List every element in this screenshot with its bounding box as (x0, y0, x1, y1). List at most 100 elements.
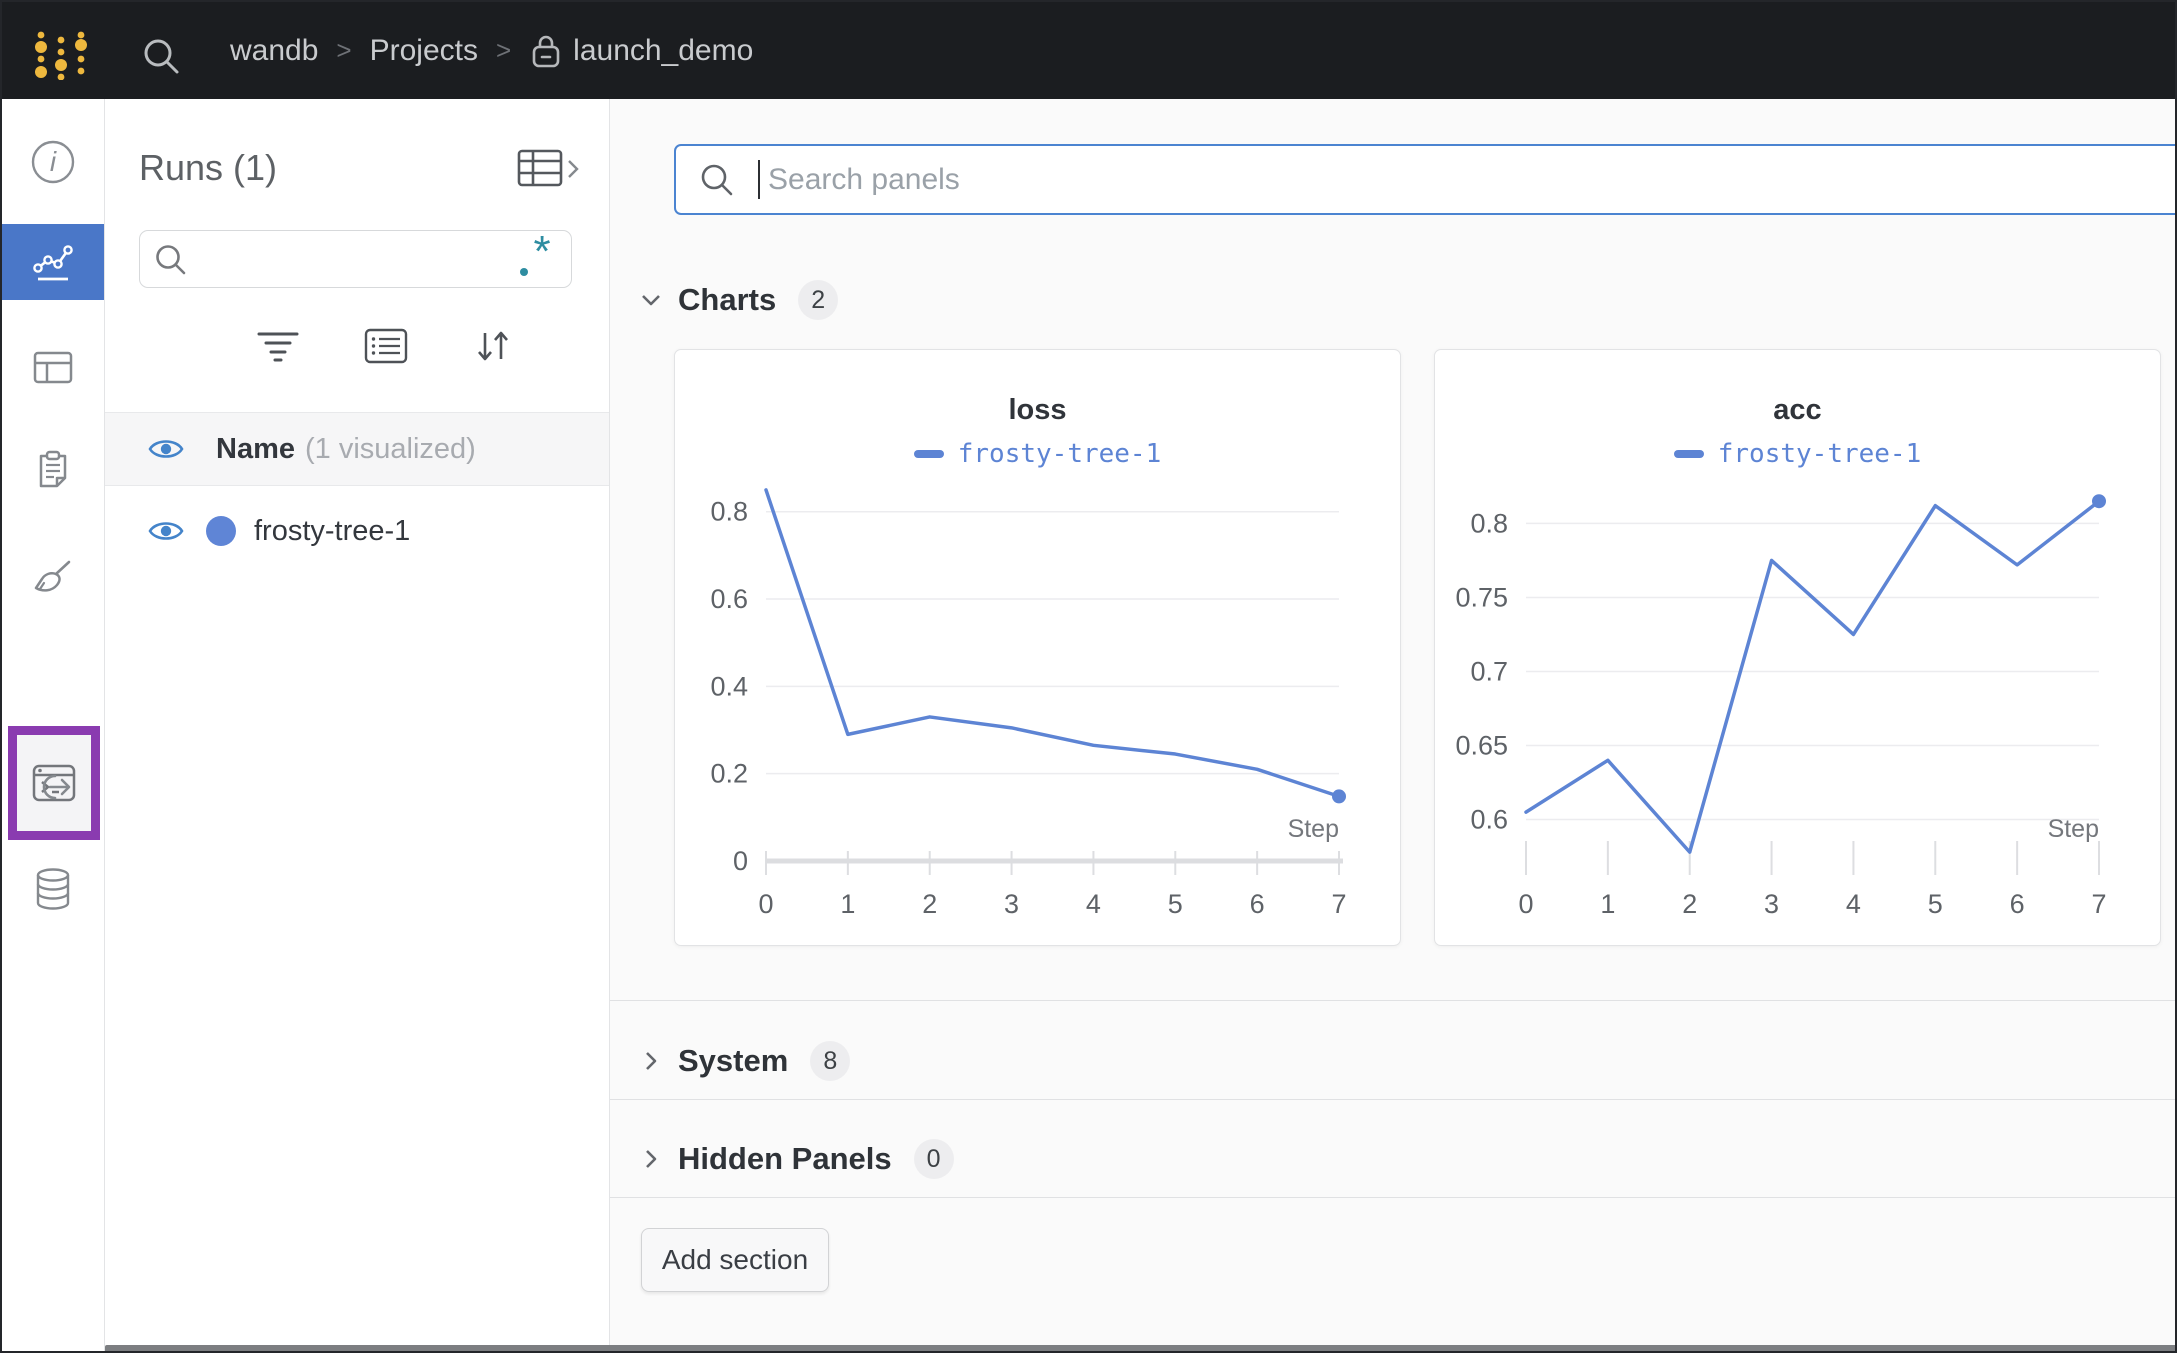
x-tick-label: 0 (758, 889, 773, 919)
breadcrumb-projects[interactable]: Projects (370, 34, 478, 68)
chevron-right-icon[interactable] (638, 1146, 664, 1172)
runs-search: * (139, 230, 572, 288)
chart-legend[interactable]: frosty-tree-1 (675, 439, 1400, 469)
breadcrumb: wandb > Projects > launch_demo (230, 2, 753, 99)
filter-icon (257, 332, 299, 362)
section-header-hidden-panels[interactable]: Hidden Panels 0 (610, 1122, 2175, 1196)
x-tick-label: 3 (1764, 889, 1779, 919)
x-tick-label: 0 (1518, 889, 1533, 919)
x-tick-label: 6 (2009, 889, 2024, 919)
x-tick-label: 4 (1845, 889, 1860, 919)
wandb-project-workspace: wandb > Projects > launch_demo i Runs (1… (0, 0, 2177, 1353)
regex-toggle-icon[interactable]: * (514, 236, 562, 282)
last-point-marker (2091, 494, 2106, 509)
section-header-system[interactable]: System 8 (610, 1024, 2175, 1098)
info-icon: i (31, 140, 75, 184)
panel-search-input[interactable] (674, 144, 2175, 215)
breadcrumb-separator: > (336, 35, 352, 65)
y-tick-label: 0.7 (1470, 656, 1508, 686)
run-color-dot[interactable] (206, 516, 236, 546)
last-point-marker (1331, 789, 1346, 804)
database-icon (36, 868, 70, 910)
runs-table-expand-icon[interactable] (517, 147, 581, 191)
acc-line-chart: 0.6 0.65 0.7 0.75 0.8 0 1 2 3 4 5 6 7 Step (1455, 494, 2106, 919)
x-tick-label: 2 (922, 889, 937, 919)
workspace-main: Charts 2 loss frosty-tree-1 00.20.40.60.… (610, 99, 2175, 1351)
sidebar-item-artifacts[interactable] (2, 851, 104, 927)
x-tick-label: 6 (1249, 889, 1264, 919)
visualized-count-label: (1 visualized) (305, 432, 476, 465)
horizontal-scrollbar[interactable] (105, 1345, 2175, 1351)
chevron-right-icon[interactable] (638, 1048, 664, 1074)
add-section-button[interactable]: Add section (641, 1228, 829, 1292)
y-tick-label: 0 (732, 846, 747, 876)
sidebar-item-overview[interactable]: i (2, 124, 104, 200)
x-tick-label: 5 (1167, 889, 1182, 919)
runs-panel: Runs (1) * Name (1 visualized) frosty-tr… (105, 99, 610, 1351)
search-icon (156, 245, 186, 275)
sidebar-item-table[interactable] (2, 329, 104, 405)
search-icon (701, 164, 733, 196)
filter-button[interactable] (253, 321, 303, 371)
chart-legend[interactable]: frosty-tree-1 (1435, 439, 2160, 469)
series-line (1523, 499, 2101, 854)
section-header-charts[interactable]: Charts 2 (610, 275, 2175, 325)
broom-icon (34, 560, 71, 592)
legend-line-marker (1673, 450, 1704, 458)
chart-panel-acc[interactable]: acc frosty-tree-1 0.6 0.65 0.7 0.75 0.8 0 1 2 3 4… (1434, 349, 2161, 946)
x-axis-label: Step (1287, 815, 1338, 843)
column-name-label: Name (216, 432, 295, 465)
breadcrumb-project-name[interactable]: launch_demo (573, 34, 753, 68)
section-count-badge: 2 (798, 280, 839, 320)
columns-button[interactable] (361, 321, 411, 371)
legend-run-name: frosty-tree-1 (1717, 439, 1922, 469)
svg-text:*: * (533, 236, 550, 276)
table-icon (33, 351, 73, 384)
wandb-logo-icon[interactable] (28, 24, 90, 80)
sidebar-item-sweeps[interactable] (2, 540, 104, 616)
x-tick-label: 7 (1331, 889, 1346, 919)
section-label: Charts (678, 282, 777, 317)
x-tick-label: 5 (1927, 889, 1942, 919)
chart-title: acc (1773, 394, 1822, 426)
section-count-badge: 0 (913, 1139, 954, 1179)
run-row[interactable]: frosty-tree-1 (105, 486, 609, 576)
section-label: Hidden Panels (678, 1141, 892, 1176)
y-tick-label: 0.8 (1470, 508, 1508, 538)
sort-button[interactable] (468, 321, 518, 371)
list-icon (364, 328, 408, 364)
y-tick-label: 0.65 (1455, 731, 1508, 761)
x-tick-label: 1 (840, 889, 855, 919)
global-search-icon[interactable] (140, 35, 182, 77)
section-label: System (678, 1043, 789, 1078)
runs-search-input[interactable] (139, 230, 572, 288)
runs-panel-title: Runs (1) (139, 147, 278, 188)
chevron-down-icon[interactable] (638, 287, 664, 313)
breadcrumb-org[interactable]: wandb (230, 34, 318, 68)
x-tick-label: 1 (1600, 889, 1615, 919)
visibility-eye-icon[interactable] (148, 435, 184, 463)
sidebar-item-launch[interactable] (2, 749, 104, 825)
section-divider (610, 1099, 2175, 1100)
y-tick-label: 0.4 (710, 671, 748, 701)
y-tick-label: 0.75 (1455, 582, 1508, 612)
section-divider (610, 1197, 2175, 1198)
x-tick-label: 4 (1085, 889, 1100, 919)
run-name[interactable]: frosty-tree-1 (254, 515, 410, 548)
run-visibility-eye-icon[interactable] (148, 517, 184, 545)
line-chart-icon (33, 245, 73, 281)
sort-icon (478, 331, 508, 361)
left-icon-rail: i (2, 99, 105, 1351)
y-tick-label: 0.2 (710, 759, 748, 789)
sidebar-item-workspace[interactable] (2, 224, 104, 300)
runs-columns-header[interactable]: Name (1 visualized) (105, 412, 609, 486)
chart-panel-loss[interactable]: loss frosty-tree-1 0 0.2 0.4 0.6 0.8 0 1 2 3 4 5 6 7… (674, 349, 1401, 946)
section-divider (610, 1000, 2175, 1001)
chart-title: loss (1008, 394, 1067, 426)
sidebar-item-reports[interactable] (2, 432, 104, 508)
legend-run-name: frosty-tree-1 (957, 439, 1162, 469)
runs-controls (105, 311, 609, 381)
breadcrumb-separator: > (495, 35, 512, 65)
panel-search (674, 144, 2175, 215)
lock-icon (532, 35, 560, 67)
